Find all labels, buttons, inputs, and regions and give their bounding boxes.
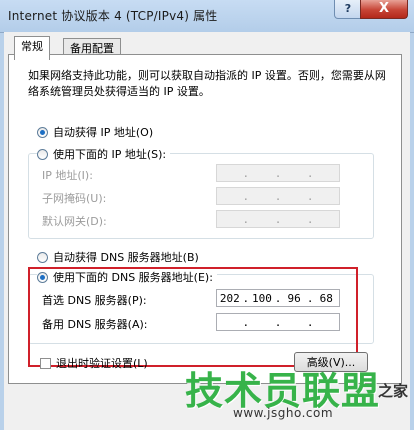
watermark: 技术员联盟 之家 www.jsgho.com — [185, 360, 414, 430]
ip-manual-radio[interactable] — [37, 148, 48, 160]
ip-manual-label: 使用下面的 IP 地址(S): — [53, 148, 167, 161]
title-bar: Internet 协议版本 4 (TCP/IPv4) 属性 ? X — [0, 0, 414, 33]
ip-auto-label: 自动获得 IP 地址(O) — [53, 126, 154, 139]
validate-label: 退出时验证设置(L) — [56, 357, 148, 370]
ip-auto-radio[interactable] — [37, 126, 48, 138]
description-text: 如果网络支持此功能，则可以获取自动指派的 IP 设置。否则，您需要从网络系统管理… — [28, 69, 386, 98]
close-button[interactable]: X — [360, 0, 408, 19]
watermark-side: 之家 — [377, 382, 408, 400]
validate-checkbox[interactable] — [40, 357, 51, 369]
default-gateway-input: ... — [216, 210, 340, 228]
ip-address-label: IP 地址(I): — [42, 169, 93, 182]
subnet-mask-label: 子网掩码(U): — [42, 192, 107, 205]
validate-checkbox-row[interactable]: 退出时验证设置(L) — [40, 355, 148, 371]
subnet-mask-input: ... — [216, 187, 340, 205]
window-title: Internet 协议版本 4 (TCP/IPv4) 属性 — [8, 9, 218, 23]
dns-auto-radio[interactable] — [37, 251, 48, 263]
default-gateway-label: 默认网关(D): — [42, 215, 107, 228]
help-button[interactable]: ? — [334, 0, 362, 19]
watermark-url: www.jsgho.com — [233, 406, 334, 420]
ip-manual-radio-row[interactable]: 使用下面的 IP 地址(S): — [37, 146, 171, 162]
tab-general[interactable]: 常规 — [14, 36, 50, 60]
dns-auto-radio-row[interactable]: 自动获得 DNS 服务器地址(B) — [37, 249, 199, 265]
ip-auto-radio-row[interactable]: 自动获得 IP 地址(O) — [37, 124, 153, 140]
dns-auto-label: 自动获得 DNS 服务器地址(B) — [53, 251, 199, 264]
ip-address-input: ... — [216, 164, 340, 182]
